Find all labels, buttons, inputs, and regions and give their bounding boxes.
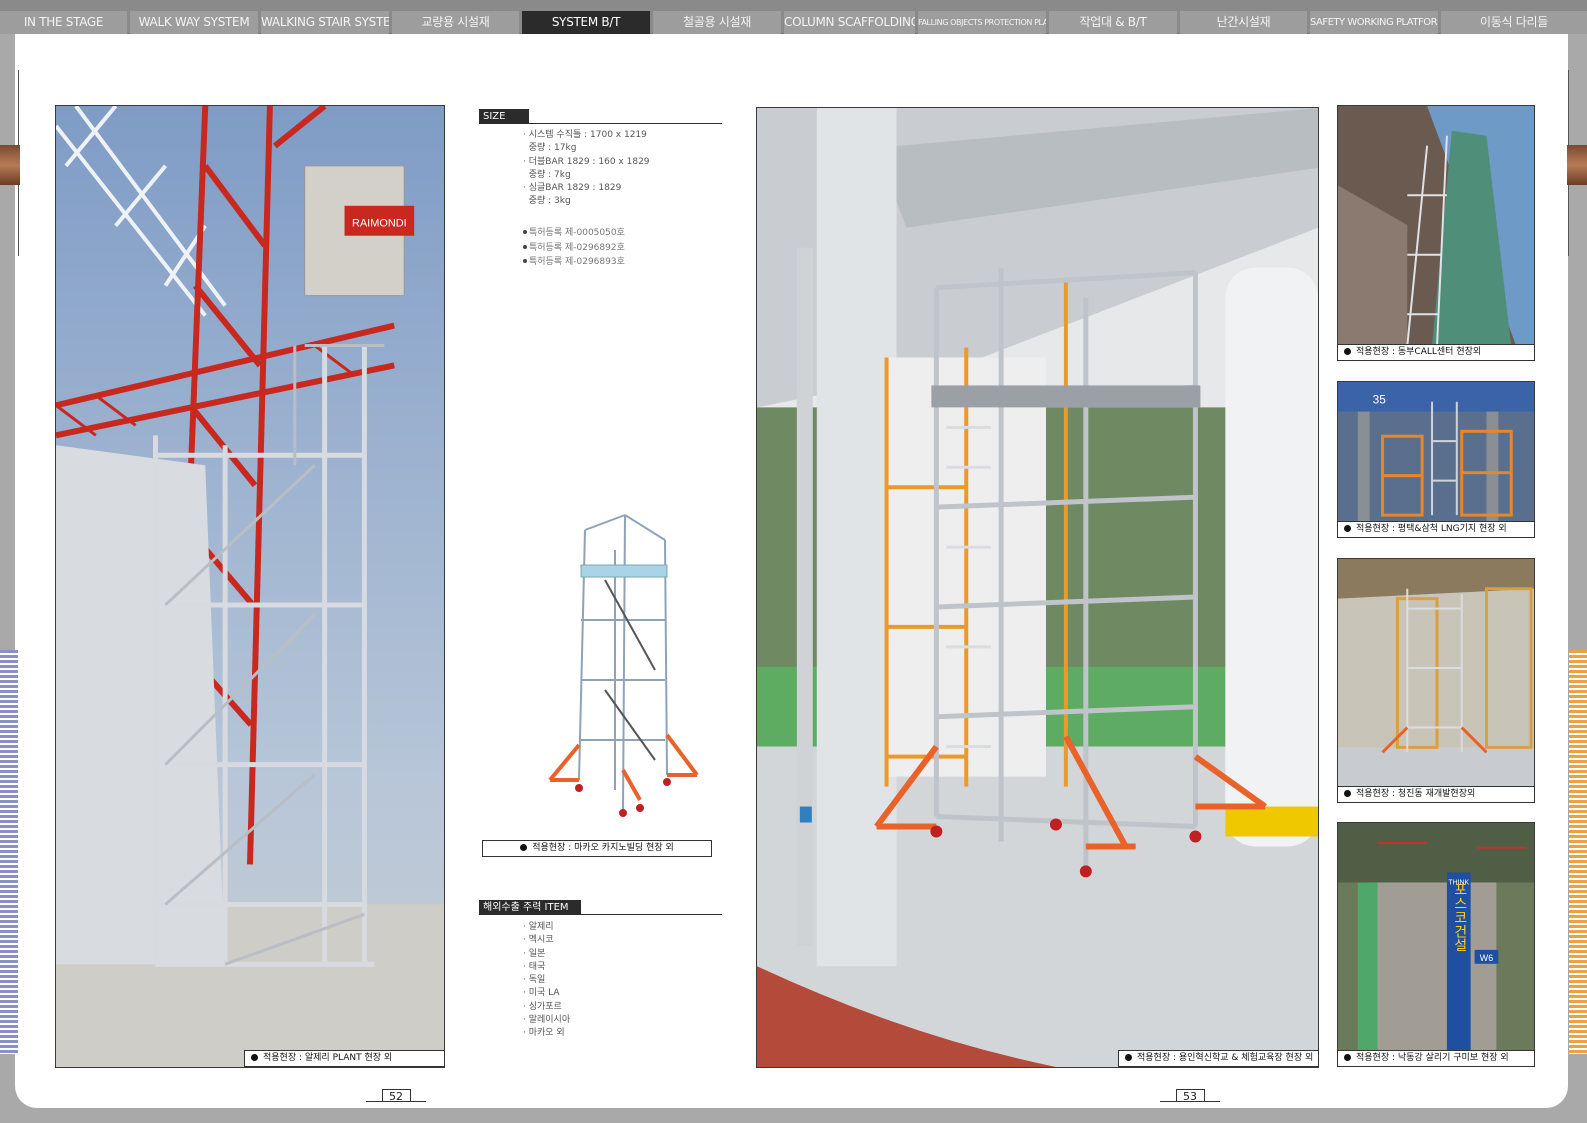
spec-line: · 더블BAR 1829 : 160 x 1829 (523, 156, 650, 167)
tab-column-scaffolding[interactable]: COLUMN SCAFFOLDING (784, 11, 915, 34)
top-navigation-bar: IN THE STAGE WALK WAY SYSTEM WALKING STA… (0, 0, 1587, 34)
caption-text: 적용현장 : 평택&삼척 LNG기지 현장 외 (1356, 524, 1507, 534)
tab-steel-facilities[interactable]: 철골용 시설재 (653, 11, 781, 34)
column-number-label: 35 (1373, 393, 1387, 407)
tab-railing-facilities[interactable]: 난간시설재 (1180, 11, 1307, 34)
main-photo-bridge-scaffold (756, 107, 1319, 1068)
spec-line: · 싱글BAR 1829 : 1829 (523, 183, 622, 194)
caption-bullet-icon (1344, 525, 1351, 532)
patent-bullet-icon (523, 244, 527, 249)
caption-bullet-icon (251, 1054, 258, 1061)
list-item: · 싱가포르 (523, 1001, 562, 1012)
page-number-right: 53 (1183, 1090, 1197, 1103)
list-item: · 멕시코 (523, 935, 554, 946)
right-edge-swatch (1567, 145, 1587, 185)
list-item: · 태국 (523, 961, 546, 972)
side-photo-indoor-scaffold (1337, 558, 1535, 788)
tab-workbench-bt[interactable]: 작업대 & B/T (1049, 11, 1177, 34)
caption-text: 적용현장 : 마카오 카지노빌딩 현장 외 (532, 843, 674, 853)
side-photo-posco-pier: THINK 포스코건설 W6 (1337, 822, 1535, 1053)
caption-text: 적용현장 : 청진동 재개발현장외 (1356, 789, 1476, 799)
size-section-header: SIZE (479, 109, 722, 124)
side-photo-caption-3: 적용현장 : 청진동 재개발현장외 (1337, 786, 1535, 803)
side-photo-tall-scaffold (1337, 105, 1535, 347)
product-photo-mobile-tower (545, 510, 715, 828)
list-item: · 알제리 (523, 922, 554, 932)
tab-system-bt[interactable]: SYSTEM B/T (522, 11, 650, 34)
left-edge-swatch (0, 145, 20, 185)
caption-bullet-icon (1344, 790, 1351, 797)
patent-bullet-icon (523, 259, 527, 264)
right-stripe-band (1569, 650, 1587, 1054)
tab-bridge-facilities[interactable]: 교량용 시설재 (392, 11, 519, 34)
caption-text: 적용현장 : 동부CALL센터 현장외 (1356, 347, 1482, 357)
patent-bullet-icon (523, 230, 527, 234)
patent-item: 특허등록 제-0296893호 (523, 255, 723, 270)
patent-item: 특허등록 제-0005050호 (523, 226, 723, 241)
spec-line: 중량 : 3kg (523, 196, 571, 207)
caption-bullet-icon (1125, 1054, 1132, 1061)
side-photo-caption-1: 적용현장 : 동부CALL센터 현장외 (1337, 344, 1535, 361)
side-photo-caption-4: 적용현장 : 낙동강 살리기 구미보 현장 외 (1337, 1050, 1535, 1067)
main-photo-crane-scaffold: RAIMONDI (55, 105, 445, 1068)
size-heading-rule (479, 123, 722, 124)
left-stripe-band (0, 650, 18, 1054)
caption-text: 적용현장 : 낙동강 살리기 구미보 현장 외 (1356, 1053, 1509, 1063)
spec-line: · 시스템 수직틀 : 1700 x 1219 (523, 130, 647, 140)
spec-line: 중량 : 7kg (523, 169, 571, 180)
tab-mobile-ladders[interactable]: 이동식 다리들 (1441, 11, 1587, 34)
list-item: · 마카오 외 (523, 1028, 565, 1039)
export-heading: 해외수출 주력 ITEM (479, 900, 581, 915)
main-photo-caption-right: 적용현장 : 용인혁신학교 & 체험교육장 현장 외 (1118, 1050, 1319, 1067)
page-number-left: 52 (389, 1090, 403, 1103)
export-heading-rule (479, 914, 722, 915)
tab-walk-way-system[interactable]: WALK WAY SYSTEM (130, 11, 258, 34)
list-item: · 미국 LA (523, 988, 560, 999)
list-item: · 말레이시아 (523, 1015, 571, 1026)
patent-item: 특허등록 제-0296892호 (523, 241, 723, 256)
size-heading: SIZE (479, 109, 529, 124)
product-photo-caption: 적용현장 : 마카오 카지노빌딩 현장 외 (482, 840, 712, 857)
banner-main-text: 포스코건설 (1451, 882, 1467, 952)
crane-brand-label: RAIMONDI (352, 218, 407, 230)
caption-bullet-icon (1344, 348, 1351, 355)
tab-in-the-stage[interactable]: IN THE STAGE (0, 11, 127, 34)
export-country-list: · 알제리 · 멕시코 · 일본 · 태국 · 독일 · 미국 LA · 싱가포… (523, 921, 723, 1041)
list-item: · 독일 (523, 975, 546, 986)
caption-text: 적용현장 : 알제리 PLANT 현장 외 (263, 1053, 393, 1063)
tab-falling-objects-protection[interactable]: FALLING OBJECTS PROTECTION PLATFORM (918, 11, 1046, 34)
size-spec-list: · 시스템 수직틀 : 1700 x 1219 중량 : 17kg · 더블BA… (523, 129, 723, 209)
export-section-header: 해외수출 주력 ITEM (479, 900, 722, 915)
main-photo-caption-left: 적용현장 : 알제리 PLANT 현장 외 (244, 1050, 445, 1067)
tab-safety-working-platform[interactable]: SAFETY WORKING PLATFORM (1310, 11, 1438, 34)
side-photo-lng-base: 35 (1337, 381, 1535, 523)
side-photo-caption-2: 적용현장 : 평택&삼척 LNG기지 현장 외 (1337, 521, 1535, 538)
tab-walking-stair-system[interactable]: WALKING STAIR SYSTEM (261, 11, 389, 34)
spec-line: 중량 : 17kg (523, 143, 577, 154)
caption-bullet-icon (520, 844, 528, 851)
caption-text: 적용현장 : 용인혁신학교 & 체험교육장 현장 외 (1137, 1053, 1314, 1063)
pier-label: W6 (1480, 953, 1493, 963)
patent-list: 특허등록 제-0005050호 특허등록 제-0296892호 특허등록 제-0… (523, 226, 723, 270)
caption-bullet-icon (1344, 1054, 1351, 1061)
list-item: · 일본 (523, 948, 546, 959)
